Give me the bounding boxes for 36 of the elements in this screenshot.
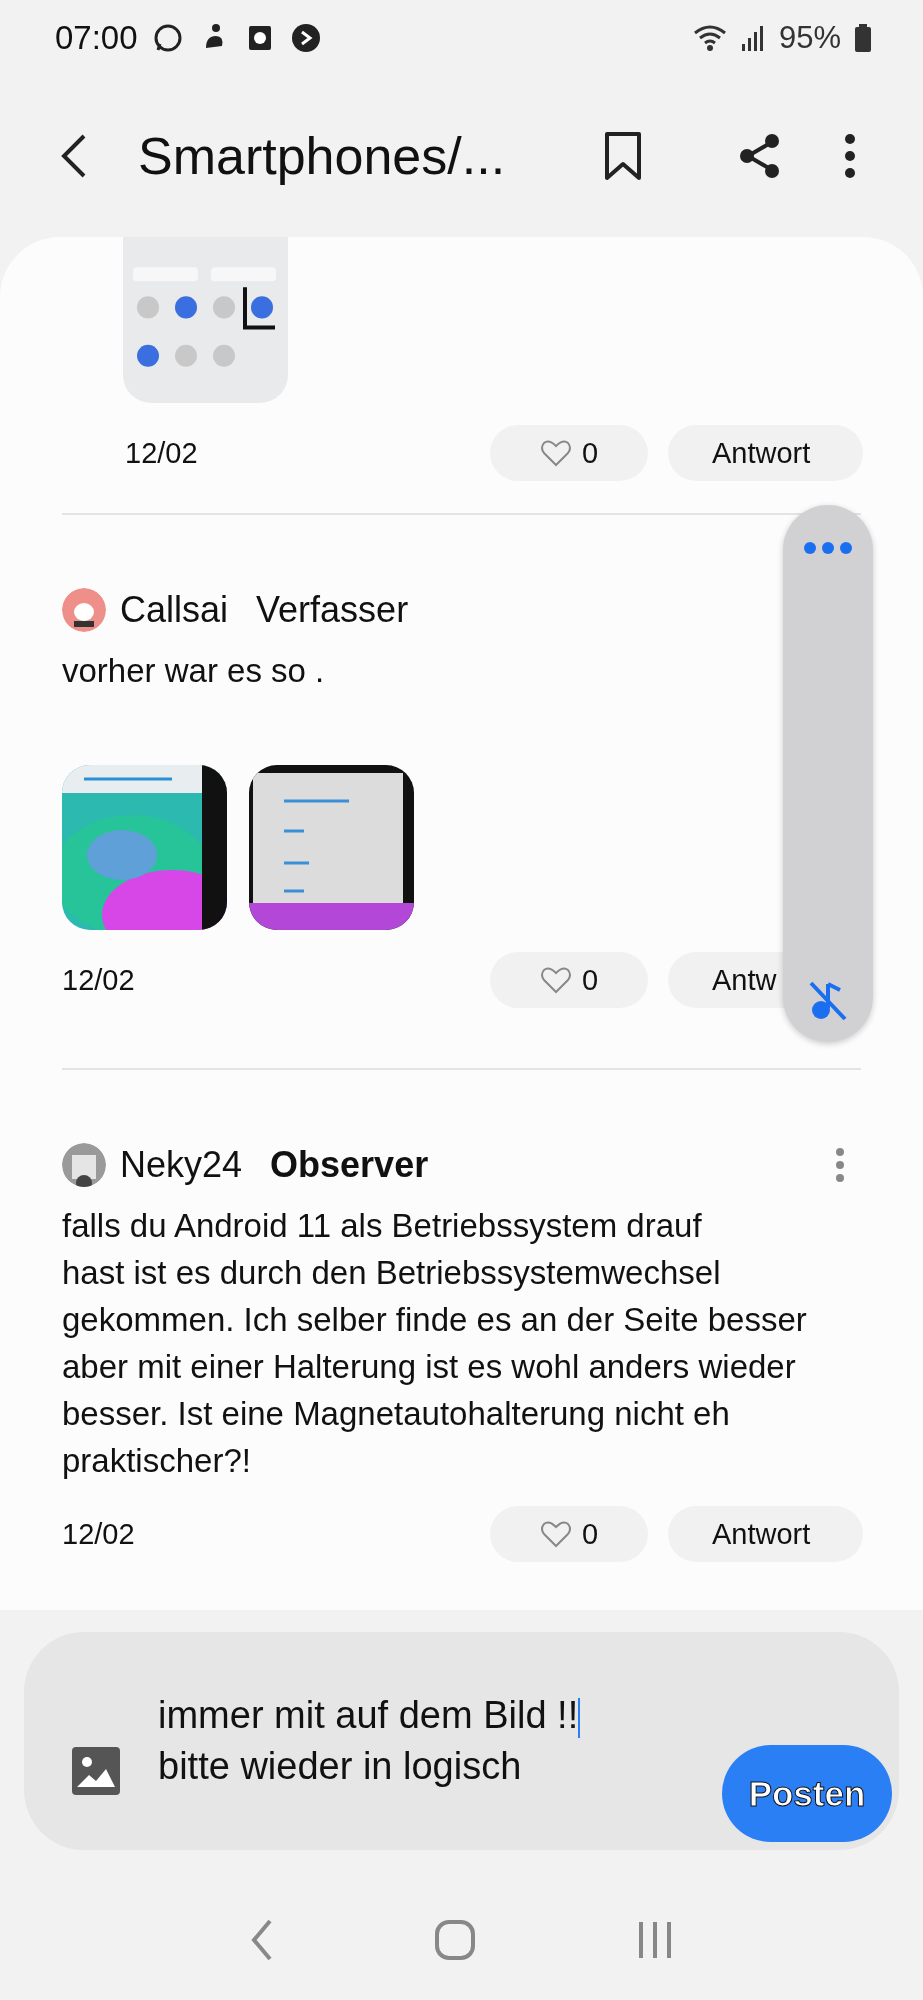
page-title: Smartphones/... xyxy=(138,126,507,186)
battery-icon xyxy=(855,23,871,52)
post-date: 12/02 xyxy=(125,436,198,470)
heart-icon xyxy=(539,1520,572,1548)
author-name[interactable]: Callsai xyxy=(120,589,229,631)
mute-icon[interactable] xyxy=(808,980,848,1022)
comment-input[interactable]: immer mit auf dem Bild !! bitte wieder in logisch xyxy=(158,1690,698,1792)
recents-icon[interactable] xyxy=(636,1920,673,1960)
post-date: 12/02 xyxy=(62,1517,135,1551)
more-icon[interactable] xyxy=(803,541,853,555)
notification-icon xyxy=(289,21,322,54)
home-icon[interactable] xyxy=(434,1919,477,1961)
more-button[interactable] xyxy=(844,133,856,179)
share-button[interactable] xyxy=(738,133,782,179)
like-button[interactable]: 0 xyxy=(490,425,648,481)
reply-button[interactable]: Antwort xyxy=(668,425,863,481)
battery-level: 95% xyxy=(778,19,841,56)
avatar xyxy=(62,588,106,632)
image-icon[interactable] xyxy=(72,1747,120,1795)
clock: 07:00 xyxy=(55,18,138,57)
post-button[interactable]: Posten xyxy=(722,1745,892,1842)
like-button[interactable]: 0 xyxy=(490,952,648,1008)
heart-icon xyxy=(539,439,572,467)
comment-text: falls du Android 11 als Betriebssystem drauf hast ist es durch den Betriebssystemwechsel gekommen. Ich selber finde es an der Seite besser aber mit einer Halterung ist es wohl anders wieder besser. Ist eine Magnetautohalterung nicht eh praktischer?! xyxy=(62,1206,807,1481)
post-date: 12/02 xyxy=(62,963,135,997)
like-button[interactable]: 0 xyxy=(490,1506,648,1562)
signal-icon xyxy=(740,23,765,52)
author-name[interactable]: Neky24 xyxy=(120,1144,243,1186)
bookmark-button[interactable] xyxy=(603,131,643,181)
avatar xyxy=(62,1143,106,1187)
author-role: Verfasser xyxy=(256,589,409,631)
back-button[interactable] xyxy=(60,133,88,179)
comment-text: vorher war es so . xyxy=(62,651,325,691)
reply-button[interactable]: Antwort xyxy=(668,1506,863,1562)
author-role: Observer xyxy=(270,1144,429,1186)
heart-icon xyxy=(539,966,572,994)
